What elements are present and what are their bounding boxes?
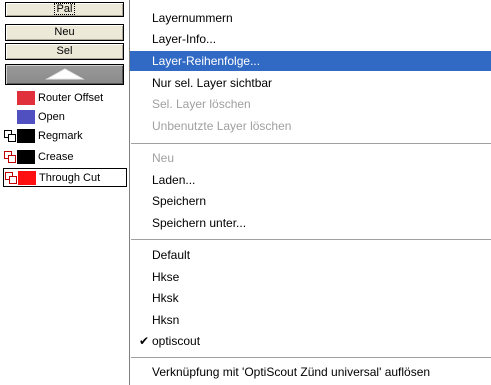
arrow-up-icon [44, 68, 85, 80]
layer-name: Regmark [38, 130, 83, 142]
palette-button[interactable]: Pal [5, 2, 124, 17]
layer-color-swatch [17, 110, 35, 124]
layer-panel: Pal Neu Sel Router Offset Open Regmark C… [0, 0, 130, 385]
layer-name: Through Cut [39, 171, 101, 184]
move-up-button[interactable] [5, 64, 124, 85]
layer-color-swatch [18, 170, 36, 185]
menu-item-layernummern[interactable]: Layernummern [130, 8, 491, 28]
menu-item-laden[interactable]: Laden... [130, 170, 491, 190]
menu-separator [131, 239, 491, 240]
menu-item-optiscout[interactable]: ✔ optiscout [130, 331, 491, 351]
checkmark-icon: ✔ [139, 334, 150, 348]
select-layer-button[interactable]: Sel [5, 43, 124, 60]
menu-separator [131, 357, 491, 358]
layer-link-icon[interactable] [4, 171, 18, 185]
layer-row-regmark[interactable]: Regmark [3, 127, 127, 145]
layer-color-swatch [17, 91, 35, 105]
menu-item-verknuepfung-aufloesen[interactable]: Verknüpfung mit 'OptiScout Zünd universa… [130, 362, 491, 382]
menu-item-hkse[interactable]: Hkse [130, 267, 491, 287]
layer-row-router-offset[interactable]: Router Offset [3, 89, 127, 107]
layer-lock-slot [3, 110, 17, 124]
layer-name: Router Offset [38, 92, 104, 104]
menu-item-neu[interactable]: Neu [130, 148, 491, 168]
menu-item-unbenutzte-layer-loeschen[interactable]: Unbenutzte Layer löschen [130, 116, 491, 136]
menu-item-sel-layer-loeschen[interactable]: Sel. Layer löschen [130, 94, 491, 114]
layer-name: Open [38, 111, 65, 123]
layer-row-through-cut[interactable]: Through Cut [3, 168, 127, 187]
layer-color-swatch [17, 129, 35, 143]
layer-link-icon[interactable] [3, 129, 17, 143]
menu-item-default[interactable]: Default [130, 245, 491, 265]
layer-lock-slot [3, 91, 17, 105]
palette-button-label: Pal [53, 3, 76, 15]
layer-link-icon[interactable] [3, 150, 17, 164]
layer-row-open[interactable]: Open [3, 108, 127, 126]
menu-item-speichern-unter[interactable]: Speichern unter... [130, 213, 491, 233]
menu-item-layer-reihenfolge[interactable]: Layer-Reihenfolge... [130, 51, 491, 71]
new-layer-button[interactable]: Neu [5, 24, 124, 41]
layer-row-crease[interactable]: Crease [3, 148, 127, 166]
menu-item-speichern[interactable]: Speichern [130, 191, 491, 211]
layer-name: Crease [38, 151, 74, 163]
menu-item-hksk[interactable]: Hksk [130, 288, 491, 308]
layer-context-menu: Layernummern Layer-Info... Layer-Reihenf… [129, 0, 491, 385]
layer-color-swatch [17, 150, 35, 164]
menu-item-optiscout-label: optiscout [152, 334, 201, 348]
menu-item-hksn[interactable]: Hksn [130, 310, 491, 330]
menu-item-layer-info[interactable]: Layer-Info... [130, 29, 491, 49]
menu-item-nur-sel-layer-sichtbar[interactable]: Nur sel. Layer sichtbar [130, 73, 491, 93]
menu-separator [131, 143, 491, 144]
